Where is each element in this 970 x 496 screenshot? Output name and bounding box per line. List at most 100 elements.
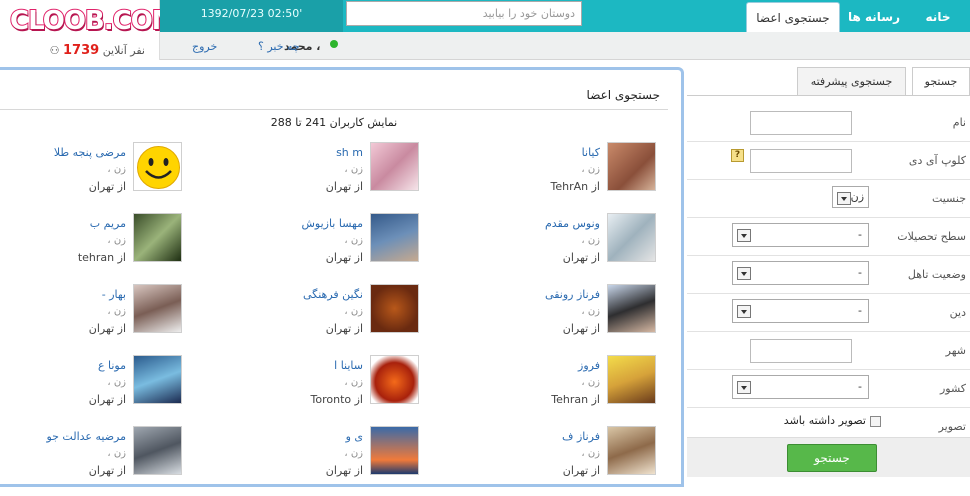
member-card[interactable]: مرضی پنجه طلا زن ، از تهران [0,142,182,212]
education-select[interactable]: - [732,223,869,247]
member-name[interactable]: ی و [346,430,363,443]
city-label: شهر [945,344,966,357]
member-photo[interactable] [370,142,419,191]
member-card[interactable]: نگین فرهنگی زن ، از تهران [189,284,419,354]
member-name[interactable]: فرناز رونقی [545,288,600,301]
search-friends-input[interactable] [346,1,582,26]
member-photo[interactable] [607,213,656,262]
member-photo[interactable] [370,284,419,333]
member-photo[interactable] [370,213,419,262]
country-select[interactable]: - [732,375,869,399]
member-name[interactable]: مونا ع [98,359,126,372]
row-name: نام [687,104,970,142]
member-card[interactable]: مرضیه عدالت جو زن ، از تهران [0,426,182,496]
marital-select[interactable]: - [732,261,869,285]
member-name[interactable]: نگین فرهنگی [303,288,363,301]
chevron-down-icon [837,192,851,205]
member-city: از تهران [562,251,600,264]
chevron-down-icon [737,267,751,280]
member-photo[interactable] [607,355,656,404]
has-photo-checkbox[interactable] [870,416,881,427]
member-name[interactable]: مریم ب [90,217,126,230]
member-name[interactable]: فروز [578,359,600,372]
member-city: از tehran [77,251,126,264]
member-photo[interactable] [133,284,182,333]
member-sex: زن ، [581,164,600,175]
member-city: از تهران [562,464,600,477]
help-icon[interactable]: ? [731,149,744,162]
search-form: نام کلوپ آی دی ? جنسیت زن سطح تحصیلات - … [687,95,970,476]
member-name[interactable]: فرناز ف [562,430,600,443]
member-name[interactable]: ساینا ا [334,359,363,372]
name-label: نام [952,116,966,129]
cloob-id-input[interactable] [750,149,852,173]
member-card[interactable]: فروز زن ، از Tehran [426,355,656,425]
name-input[interactable] [750,111,852,135]
member-city: از تهران [88,464,126,477]
education-value: - [858,228,862,241]
member-photo[interactable] [607,426,656,475]
member-card[interactable]: sh m زن ، از تهران [189,142,419,212]
member-card[interactable]: بهار - زن ، از تهران [0,284,182,354]
row-marital: وضعیت تاهل - [687,256,970,294]
member-city: از تهران [325,251,363,264]
chevron-down-icon [737,305,751,318]
logo-text: CLOOB.COM [9,5,179,37]
search-sidebar: جستجو جستجوی پیشرفته نام کلوپ آی دی ? جن… [687,67,970,477]
member-city: از Toronto [310,393,363,406]
member-name[interactable]: مهسا بازیوش [301,217,363,230]
religion-label: دین [949,306,966,319]
marital-label: وضعیت تاهل [907,268,966,281]
member-card[interactable]: مونا ع زن ، از تهران [0,355,182,425]
gender-label: جنسیت [931,192,966,205]
member-sex: زن ، [107,448,126,459]
row-education: سطح تحصیلات - [687,218,970,256]
tab-simple-search[interactable]: جستجو [912,67,970,95]
member-name[interactable]: مرضی پنجه طلا [54,146,126,159]
member-card[interactable]: فرناز ف زن ، از تهران [426,426,656,496]
member-name[interactable]: بهار - [102,288,126,301]
site-logo[interactable]: CLOOB.COM نفر آنلاین 1739 ⚇ [0,0,179,60]
member-photo[interactable] [370,426,419,475]
member-photo[interactable] [370,355,419,404]
tab-home[interactable]: خانه [906,2,970,32]
row-country: کشور - [687,370,970,408]
member-card[interactable]: مهسا بازیوش زن ، از تهران [189,213,419,283]
gender-select[interactable]: زن [832,186,869,208]
member-photo[interactable] [133,355,182,404]
gender-value: زن [850,190,864,203]
city-input[interactable] [750,339,852,363]
religion-select[interactable]: - [732,299,869,323]
member-card[interactable]: فرناز رونقی زن ، از تهران [426,284,656,354]
tab-member-search[interactable]: جستجوی اعضا [746,2,840,32]
member-name[interactable]: مرضیه عدالت جو [46,430,126,443]
chevron-down-icon [737,381,751,394]
logout-link[interactable]: خروج [192,40,217,53]
member-card[interactable]: کیانا زن ، از TehrAn [426,142,656,212]
member-card[interactable]: مریم ب زن ، از tehran [0,213,182,283]
member-card[interactable]: ونوس مقدم زن ، از تهران [426,213,656,283]
member-city: از Tehran [551,393,600,406]
tab-advanced-search[interactable]: جستجوی پیشرفته [797,67,906,95]
smiley-icon[interactable] [133,142,182,191]
member-photo[interactable] [133,213,182,262]
online-label: نفر آنلاین [102,44,145,57]
member-card[interactable]: ساینا ا زن ، از Toronto [189,355,419,425]
member-name[interactable]: ونوس مقدم [545,217,600,230]
member-city: از تهران [562,322,600,335]
tab-media[interactable]: رسانه ها [843,2,905,32]
row-religion: دین - [687,294,970,332]
religion-value: - [858,304,862,317]
member-city: از تهران [88,180,126,193]
member-name[interactable]: sh m [336,146,363,159]
member-sex: زن ، [107,235,126,246]
member-city: از تهران [325,322,363,335]
member-city: از تهران [325,180,363,193]
whatsnew-link[interactable]: چه خبر ؟ [258,40,300,53]
member-photo[interactable] [607,284,656,333]
member-name[interactable]: کیانا [582,146,600,159]
search-button[interactable]: جستجو [787,444,877,472]
member-card[interactable]: ی و زن ، از تهران [189,426,419,496]
member-photo[interactable] [607,142,656,191]
member-photo[interactable] [133,426,182,475]
